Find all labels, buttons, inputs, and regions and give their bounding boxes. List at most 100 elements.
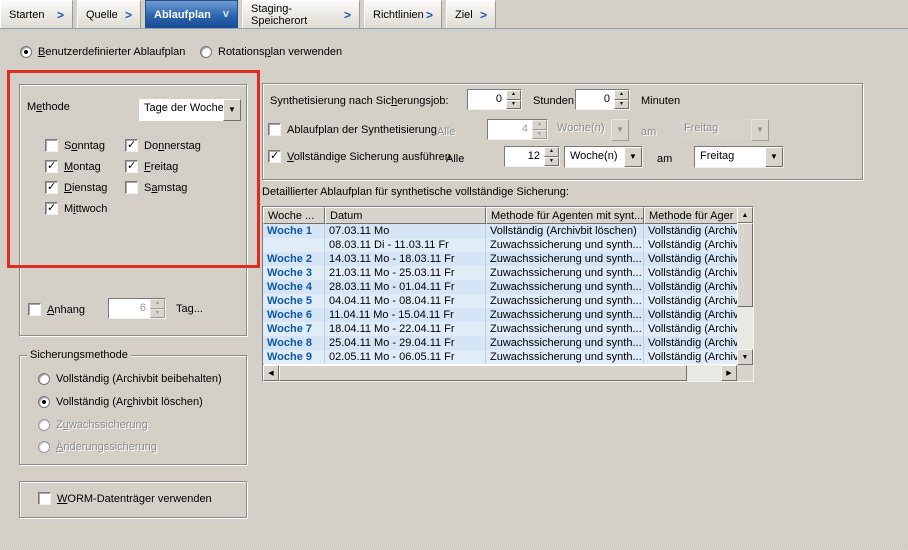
- minutes-spinner[interactable]: 0 ▲ ▼: [575, 89, 630, 110]
- tab-starten[interactable]: Starten >: [0, 0, 73, 28]
- radio-icon[interactable]: [38, 396, 50, 408]
- radio-vollstaendig-beibehalten[interactable]: Vollständig (Archivbit beibehalten): [38, 373, 222, 385]
- checkbox-icon[interactable]: [45, 202, 58, 215]
- tab-label: Staging-Speicherort: [251, 3, 344, 27]
- method-dropdown[interactable]: Tage der Woche ▼: [139, 99, 241, 121]
- radio-rotation-schedule[interactable]: Rotationsplan verwenden: [200, 46, 342, 58]
- checkbox-full-backup[interactable]: Vollständige Sicherung ausführen: [268, 150, 451, 163]
- method-label: Methode: [27, 101, 70, 113]
- cell-methode1: Zuwachssicherung und synth...: [486, 252, 644, 266]
- dropdown-arrow-icon[interactable]: ▼: [223, 99, 241, 121]
- checkbox-sonntag[interactable]: Sonntag: [45, 139, 105, 152]
- radio-icon[interactable]: [20, 46, 32, 58]
- table-row[interactable]: Woche 7 18.04.11 Mo - 22.04.11 Fr Zuwach…: [263, 322, 737, 336]
- checkbox-donnerstag[interactable]: Donnerstag: [125, 139, 201, 152]
- vertical-scroll-track[interactable]: [737, 307, 753, 349]
- radio-label: Vollständig (Archivbit löschen): [56, 396, 203, 408]
- vertical-scrollbar[interactable]: ▲ ▼: [737, 207, 753, 365]
- spinner-up-icon[interactable]: ▲: [544, 147, 559, 157]
- full-day-dropdown[interactable]: Freitag ▼: [694, 146, 784, 168]
- table-row[interactable]: Woche 1 07.03.11 Mo Vollständig (Archivb…: [263, 224, 737, 238]
- column-header-methode-ager[interactable]: Methode für Ager: [644, 207, 737, 224]
- alle-label: Alle: [446, 153, 464, 165]
- full-unit-dropdown[interactable]: Woche(n) ▼: [564, 146, 643, 168]
- radio-custom-schedule[interactable]: Benutzerdefinierter Ablaufplan: [20, 46, 185, 58]
- dropdown-arrow-icon[interactable]: ▼: [765, 147, 783, 167]
- spinner-down-icon[interactable]: ▼: [506, 100, 521, 110]
- dropdown-arrow-icon: ▼: [751, 119, 769, 141]
- table-row[interactable]: 08.03.11 Di - 11.03.11 Fr Zuwachssicheru…: [263, 238, 737, 252]
- scroll-left-icon[interactable]: ◀: [263, 365, 279, 381]
- tab-staging-speicherort[interactable]: Staging-Speicherort >: [242, 0, 360, 28]
- tab-quelle[interactable]: Quelle >: [77, 0, 141, 28]
- hours-spinner[interactable]: 0 ▲ ▼: [467, 89, 522, 110]
- spinner-down-icon[interactable]: ▼: [150, 309, 165, 319]
- checkbox-synth-schedule[interactable]: Ablaufplan der Synthetisierung: [268, 123, 437, 136]
- tab-ablaufplan[interactable]: Ablaufplan v: [145, 0, 238, 28]
- checkbox-icon[interactable]: [268, 123, 281, 136]
- anhang-unit-label: Tag...: [176, 303, 203, 315]
- checkbox-icon[interactable]: [125, 181, 138, 194]
- checkbox-freitag[interactable]: Freitag: [125, 160, 178, 173]
- checkbox-icon[interactable]: [38, 492, 51, 505]
- radio-vollstaendig-loeschen[interactable]: Vollständig (Archivbit löschen): [38, 396, 203, 408]
- cell-methode2: Vollständig (Archiv: [644, 266, 737, 280]
- cell-methode1: Zuwachssicherung und synth...: [486, 336, 644, 350]
- checkbox-label: WORM-Datenträger verwenden: [57, 493, 212, 505]
- dropdown-arrow-icon[interactable]: ▼: [624, 147, 642, 167]
- cell-week: Woche 3: [263, 266, 325, 280]
- dropdown-value: Woche(n): [552, 119, 611, 141]
- column-header-woche[interactable]: Woche ...: [263, 207, 325, 224]
- cell-week: Woche 1: [263, 224, 325, 238]
- cell-methode1: Zuwachssicherung und synth...: [486, 238, 644, 252]
- horizontal-scrollbar[interactable]: ◀ ▶: [263, 365, 737, 381]
- table-row[interactable]: Woche 5 04.04.11 Mo - 08.04.11 Fr Zuwach…: [263, 294, 737, 308]
- checkbox-label: Mittwoch: [64, 203, 107, 215]
- checkbox-dienstag[interactable]: Dienstag: [45, 181, 107, 194]
- cell-datum: 21.03.11 Mo - 25.03.11 Fr: [325, 266, 486, 280]
- table-header-row: Woche ... Datum Methode für Agenten mit …: [263, 207, 737, 224]
- spinner-up-icon[interactable]: ▲: [614, 90, 629, 100]
- synth-title: Synthetisierung nach Sicherungsjob:: [270, 95, 449, 107]
- radio-icon[interactable]: [200, 46, 212, 58]
- scroll-right-icon[interactable]: ▶: [721, 365, 737, 381]
- table-row[interactable]: Woche 6 11.04.11 Mo - 15.04.11 Fr Zuwach…: [263, 308, 737, 322]
- table-row[interactable]: Woche 8 25.04.11 Mo - 29.04.11 Fr Zuwach…: [263, 336, 737, 350]
- checkbox-icon[interactable]: [45, 139, 58, 152]
- horizontal-scroll-track[interactable]: [687, 365, 721, 381]
- column-header-datum[interactable]: Datum: [325, 207, 486, 224]
- checkbox-mittwoch[interactable]: Mittwoch: [45, 202, 107, 215]
- synth-unit-dropdown: Woche(n) ▼: [552, 119, 629, 141]
- tab-richtlinien[interactable]: Richtlinien >: [364, 0, 442, 28]
- full-weeks-spinner[interactable]: 12 ▲ ▼: [504, 146, 560, 167]
- schedule-table: Woche ... Datum Methode für Agenten mit …: [262, 206, 754, 382]
- cell-datum: 07.03.11 Mo: [325, 224, 486, 238]
- table-row[interactable]: Woche 4 28.03.11 Mo - 01.04.11 Fr Zuwach…: [263, 280, 737, 294]
- table-row[interactable]: Woche 2 14.03.11 Mo - 18.03.11 Fr Zuwach…: [263, 252, 737, 266]
- spinner-down-icon[interactable]: ▼: [544, 157, 559, 167]
- checkbox-samstag[interactable]: Samstag: [125, 181, 187, 194]
- checkbox-worm[interactable]: WORM-Datenträger verwenden: [38, 492, 212, 505]
- checkbox-anhang[interactable]: Anhang: [28, 303, 85, 316]
- checkbox-icon[interactable]: [125, 139, 138, 152]
- checkbox-icon[interactable]: [45, 160, 58, 173]
- scroll-up-icon[interactable]: ▲: [737, 207, 753, 223]
- radio-icon[interactable]: [38, 373, 50, 385]
- column-header-methode-agenten[interactable]: Methode für Agenten mit synt...: [486, 207, 644, 224]
- anhang-day-spinner[interactable]: 6 ▲ ▼: [108, 298, 166, 319]
- checkbox-icon[interactable]: [268, 150, 281, 163]
- checkbox-icon[interactable]: [28, 303, 41, 316]
- scroll-down-icon[interactable]: ▼: [737, 349, 753, 365]
- checkbox-icon[interactable]: [45, 181, 58, 194]
- table-row[interactable]: Woche 9 02.05.11 Mo - 06.05.11 Fr Zuwach…: [263, 350, 737, 364]
- spinner-down-icon[interactable]: ▼: [614, 100, 629, 110]
- tab-ziel[interactable]: Ziel >: [446, 0, 496, 28]
- vertical-scroll-thumb[interactable]: [737, 223, 753, 307]
- checkbox-icon[interactable]: [125, 160, 138, 173]
- spinner-up-icon[interactable]: ▲: [506, 90, 521, 100]
- spinner-up-icon[interactable]: ▲: [150, 299, 165, 309]
- table-row[interactable]: Woche 3 21.03.11 Mo - 25.03.11 Fr Zuwach…: [263, 266, 737, 280]
- checkbox-montag[interactable]: Montag: [45, 160, 101, 173]
- am-label: am: [641, 126, 656, 138]
- horizontal-scroll-thumb[interactable]: [279, 365, 687, 381]
